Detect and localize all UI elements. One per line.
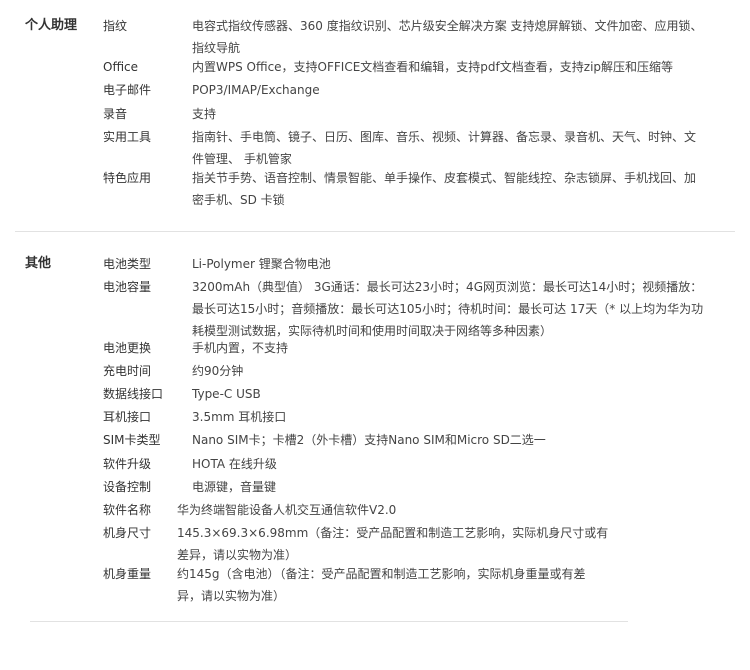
- spec-value: 约90分钟: [192, 364, 244, 378]
- spec-value: 华为终端智能设备人机交互通信软件V2.0: [177, 503, 397, 517]
- spec-label: 耳机接口: [103, 410, 152, 424]
- spec-value: 手机内置，不支持: [192, 341, 289, 355]
- spec-value: 内置WPS Office，支持OFFICE文档查看和编辑，支持pdf文档查看，支…: [192, 60, 674, 74]
- spec-value: 3200mAh（典型值） 3G通话：最长可达23小时；4G网页浏览：最长可达14…: [192, 280, 704, 338]
- spec-label: 特色应用: [103, 171, 152, 185]
- spec-label: 充电时间: [103, 364, 152, 378]
- spec-label: 电池类型: [103, 257, 152, 271]
- spec-label: SIM卡类型: [103, 433, 161, 447]
- spec-value: Type-C USB: [192, 387, 261, 401]
- spec-label: 实用工具: [103, 130, 152, 144]
- spec-label: 电子邮件: [103, 83, 152, 97]
- section-divider: [15, 231, 735, 232]
- spec-label: 设备控制: [103, 480, 152, 494]
- spec-value: 145.3×69.3×6.98mm（备注：受产品配置和制造工艺影响，实际机身尺寸…: [177, 526, 609, 562]
- spec-label: 电池更换: [103, 341, 152, 355]
- spec-value: 约145g（含电池）（备注：受产品配置和制造工艺影响，实际机身重量或有差异，请以…: [177, 567, 586, 603]
- bottom-divider: [30, 621, 628, 622]
- spec-value: Nano SIM卡；卡槽2（外卡槽）支持Nano SIM和Micro SD二选一: [192, 433, 546, 447]
- spec-value: 支持: [192, 107, 217, 121]
- spec-value: 3.5mm 耳机接口: [192, 410, 287, 424]
- section-title: 其他: [25, 256, 52, 271]
- spec-value: 指南针、手电筒、镜子、日历、图库、音乐、视频、计算器、备忘录、录音机、天气、时钟…: [192, 130, 697, 166]
- spec-value: Li-Polymer 锂聚合物电池: [192, 257, 331, 271]
- spec-label: 电池容量: [103, 280, 152, 294]
- spec-label: 机身重量: [103, 567, 152, 581]
- spec-value: POP3/IMAP/Exchange: [192, 83, 320, 97]
- spec-label: 指纹: [103, 19, 128, 33]
- spec-label: 录音: [103, 107, 128, 121]
- spec-value: 指关节手势、语音控制、情景智能、单手操作、皮套模式、智能线控、杂志锁屏、手机找回…: [192, 171, 697, 207]
- section-title: 个人助理: [25, 18, 78, 33]
- spec-value: 电源键，音量键: [192, 480, 277, 494]
- spec-label: 软件名称: [103, 503, 152, 517]
- spec-label: 数据线接口: [103, 387, 164, 401]
- spec-value: 电容式指纹传感器、360 度指纹识别、芯片级安全解决方案 支持熄屏解锁、文件加密…: [192, 19, 703, 55]
- spec-label: 软件升级: [103, 457, 152, 471]
- spec-label: Office: [103, 60, 139, 74]
- spec-label: 机身尺寸: [103, 526, 152, 540]
- spec-value: HOTA 在线升级: [192, 457, 277, 471]
